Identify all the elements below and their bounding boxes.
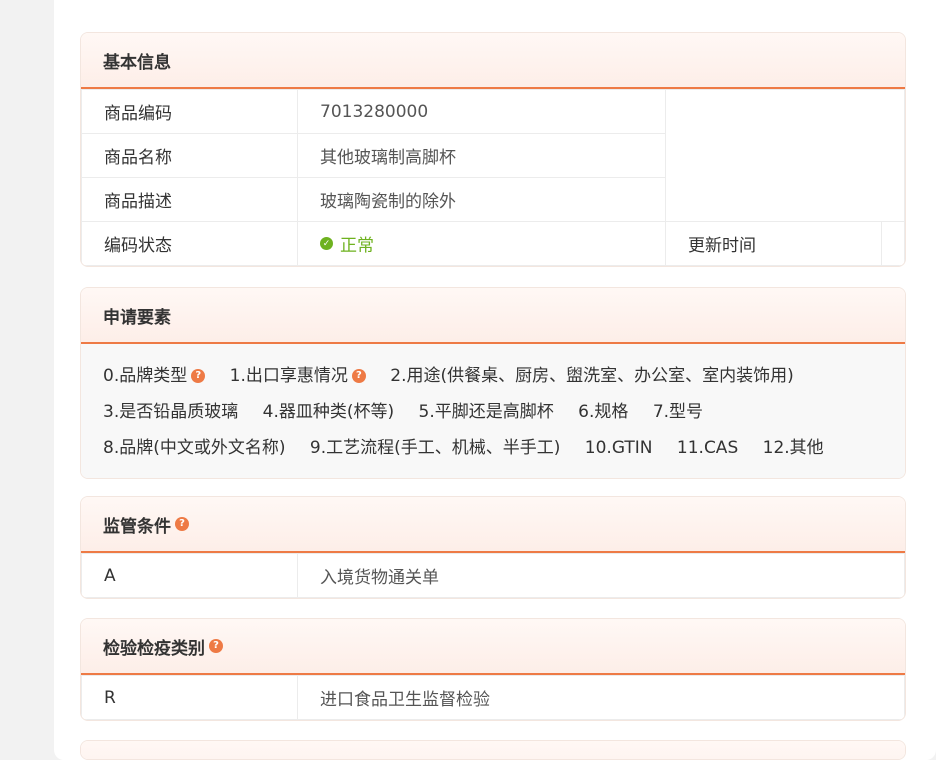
declaration-header: 申请要素 (81, 288, 905, 344)
product-name-value: 其他玻璃制高脚杯 (297, 133, 666, 178)
status-text: 正常 (340, 236, 374, 257)
elements-line-3: 8.品牌(中文或外文名称) 9.工艺流程(手工、机械、半手工) 10.GTIN … (103, 430, 883, 466)
element-item: 8.品牌(中文或外文名称) (103, 438, 286, 458)
element-item: 5.平脚还是高脚杯 (418, 402, 554, 422)
code-status-cell: ✓ 正常 (297, 221, 666, 266)
inspection-header: 检验检疫类别 ? (81, 619, 905, 675)
table-row: A 入境货物通关单 (81, 553, 905, 598)
declaration-title: 申请要素 (103, 307, 171, 328)
supervision-header: 监管条件 ? (81, 497, 905, 553)
element-item: 6.规格 (578, 402, 629, 422)
inspection-desc: 进口食品卫生监督检验 (297, 675, 905, 720)
element-item: 10.GTIN (584, 438, 653, 458)
product-name-label: 商品名称 (81, 133, 298, 178)
status-badge: ✓ 正常 (320, 231, 374, 256)
basic-info-header: 基本信息 (81, 33, 905, 89)
element-item: 7.型号 (652, 402, 704, 422)
hs-code-value: 7013280000 (297, 89, 666, 134)
element-item: 12.其他 (762, 438, 824, 458)
supervision-table: A 入境货物通关单 (81, 553, 905, 598)
supervision-card: 监管条件 ? A 入境货物通关单 (80, 496, 906, 599)
check-circle-icon: ✓ (320, 237, 333, 251)
inspection-code: R (81, 675, 298, 720)
table-row: 编码状态 ✓ 正常 更新时间 (81, 221, 905, 266)
inspection-title: 检验检疫类别 (103, 638, 205, 659)
hs-code-label: 商品编码 (81, 89, 298, 134)
product-desc-label: 商品描述 (81, 177, 298, 222)
question-circle-icon[interactable]: ? (175, 517, 189, 531)
basic-info-card: 基本信息 商品编码 7013280000 商品名称 其他玻璃制高脚杯 商品描述 … (80, 32, 906, 267)
inspection-card: 检验检疫类别 ? R 进口食品卫生监督检验 (80, 618, 906, 721)
next-card-header (81, 741, 905, 759)
table-row: R 进口食品卫生监督检验 (81, 675, 905, 720)
element-item: 0.品牌类型? (103, 358, 206, 394)
element-label: 0.品牌类型 (103, 366, 188, 386)
element-item: 1.出口享惠情况? (230, 358, 366, 394)
supervision-title: 监管条件 (103, 516, 171, 537)
element-item: 3.是否铅晶质玻璃 (103, 402, 239, 422)
update-time-label: 更新时间 (665, 221, 882, 266)
element-label: 1.出口享惠情况 (229, 366, 348, 386)
declaration-elements: 0.品牌类型? 1.出口享惠情况? 2.用途(供餐桌、厨房、盥洗室、办公室、室内… (81, 344, 905, 478)
basic-info-title: 基本信息 (103, 52, 171, 73)
inspection-table: R 进口食品卫生监督检验 (81, 675, 905, 720)
element-item: 9.工艺流程(手工、机械、半手工) (309, 438, 561, 458)
element-item: 2.用途(供餐桌、厨房、盥洗室、办公室、室内装饰用) (390, 366, 794, 386)
question-circle-icon[interactable]: ? (191, 369, 206, 383)
element-item: 4.器皿种类(杯等) (262, 402, 395, 422)
question-circle-icon[interactable]: ? (351, 369, 366, 383)
question-circle-icon[interactable]: ? (209, 639, 223, 653)
code-status-label: 编码状态 (81, 221, 298, 266)
declaration-card: 申请要素 0.品牌类型? 1.出口享惠情况? 2.用途(供餐桌、厨房、盥洗室、办… (80, 287, 906, 479)
next-card (80, 740, 906, 760)
element-item: 11.CAS (676, 438, 739, 458)
elements-line-2: 3.是否铅晶质玻璃 4.器皿种类(杯等) 5.平脚还是高脚杯 6.规格 7.型号 (103, 394, 883, 430)
product-desc-value: 玻璃陶瓷制的除外 (297, 177, 666, 222)
supervision-code: A (81, 553, 298, 598)
blank-cell (665, 89, 905, 222)
supervision-desc: 入境货物通关单 (297, 553, 905, 598)
table-row: 商品编码 7013280000 (81, 89, 905, 222)
basic-info-table: 商品编码 7013280000 商品名称 其他玻璃制高脚杯 商品描述 玻璃陶瓷制… (81, 89, 905, 266)
update-time-value (881, 221, 905, 266)
elements-line-1: 0.品牌类型? 1.出口享惠情况? 2.用途(供餐桌、厨房、盥洗室、办公室、室内… (103, 358, 883, 394)
